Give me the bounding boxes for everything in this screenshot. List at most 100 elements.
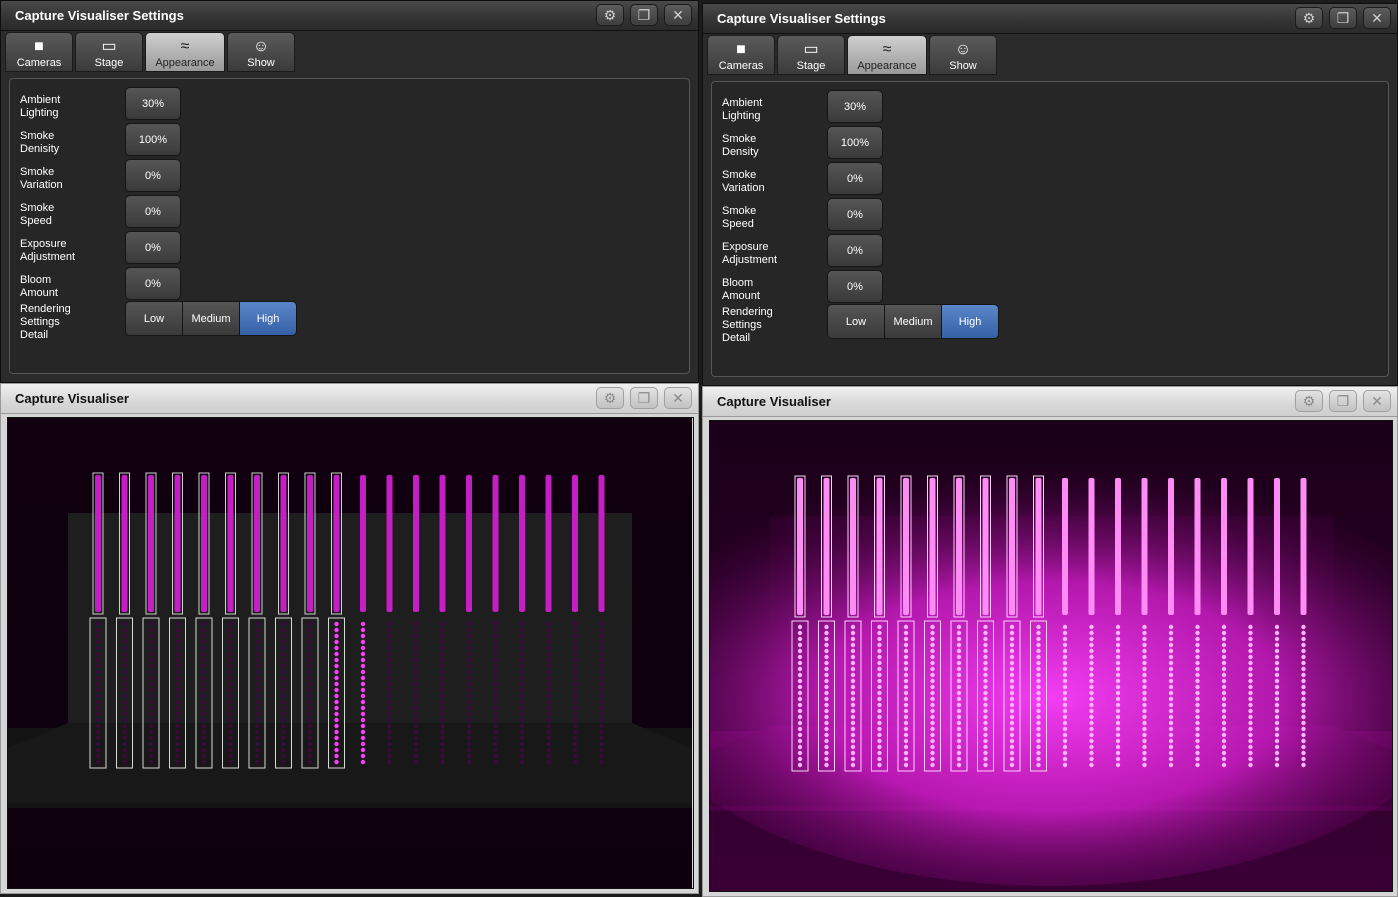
visualiser-viewport[interactable] [7,417,694,889]
setting-value-button[interactable]: 0% [827,234,883,267]
pixel-led [599,639,604,645]
detail-option-low[interactable]: Low [828,305,885,338]
tab-appearance[interactable]: ≈ Appearance [145,32,225,72]
pixel-led [201,723,207,729]
pixel-led [877,738,882,744]
setting-value-button[interactable]: 0% [827,270,883,303]
pixel-led [1248,714,1253,720]
pixel-led [877,684,882,690]
pixel-led [440,645,445,651]
pixel-led [1221,720,1227,726]
pixel-led [797,654,803,660]
pixel-led [903,750,909,756]
pixel-led [1248,738,1253,744]
pixel-led [360,747,366,753]
setting-value-button[interactable]: 30% [125,87,181,120]
pixel-led [599,633,604,639]
window-restore-button[interactable]: ❐ [1329,7,1357,29]
pixel-led [1195,726,1200,732]
setting-value-button[interactable]: 0% [125,231,181,264]
pixel-led [930,630,935,636]
setting-value-button[interactable]: 0% [827,162,883,195]
window-restore-button[interactable]: ❐ [630,387,658,409]
pixel-led [1115,738,1121,744]
window-close-button[interactable]: ✕ [664,4,692,26]
window-restore-button[interactable]: ❐ [1329,390,1357,412]
pixel-led [877,726,882,732]
pixel-led [877,708,882,714]
setting-value-button[interactable]: 0% [125,159,181,192]
pixel-led [519,699,525,705]
bar-light [956,478,962,615]
pixel-led [1142,684,1147,690]
tab-appearance[interactable]: ≈ Appearance [847,35,927,75]
setting-value-button[interactable]: 100% [125,123,181,156]
pixel-led [956,762,962,768]
pixel-led [797,726,803,732]
pixel-led [1089,642,1094,648]
pixel-led [387,699,392,705]
window-settings-button[interactable]: ⚙ [596,387,624,409]
setting-row: Smoke Denisity 100% [20,122,420,158]
detail-option-medium[interactable]: Medium [183,302,240,335]
setting-value-button[interactable]: 0% [827,198,883,231]
pixel-led [413,693,419,699]
pixel-led [360,741,366,747]
window-settings-button[interactable]: ⚙ [596,4,624,26]
window-close-button[interactable]: ✕ [1363,390,1391,412]
pixel-led [903,690,909,696]
tab-cameras[interactable]: ■ Cameras [707,35,775,75]
visualiser-viewport[interactable] [709,420,1393,892]
setting-value-button[interactable]: 0% [125,195,181,228]
tab-stage[interactable]: ▭ Stage [75,32,143,72]
pixel-led [334,741,339,747]
pixel-led [281,729,286,735]
tab-show[interactable]: ☺ Show [929,35,997,75]
pixel-led [1115,684,1121,690]
bar-light [1141,478,1148,615]
pixel-led [413,669,419,675]
pixel-led [122,645,127,651]
detail-option-high[interactable]: High [240,302,296,335]
pixel-led [1221,726,1227,732]
setting-value-button[interactable]: 100% [827,126,883,159]
tab-show[interactable]: ☺ Show [227,32,295,72]
pixel-led [956,630,962,636]
tab-stage[interactable]: ▭ Stage [777,35,845,75]
setting-value-button[interactable]: 30% [827,90,883,123]
pixel-led [1168,720,1174,726]
setting-value-button[interactable]: 0% [125,267,181,300]
pixel-led [1036,630,1041,636]
pixel-led [122,639,127,645]
tab-label: Show [949,60,977,72]
pixel-led [334,693,339,699]
pixel-led [599,759,604,765]
detail-option-low[interactable]: Low [126,302,183,335]
pixel-led [228,729,233,735]
pixel-led [360,705,366,711]
pixel-led [824,624,829,630]
window-close-button[interactable]: ✕ [664,387,692,409]
pixel-led [254,681,260,687]
pixel-led [824,756,829,762]
pixel-led [307,741,313,747]
window-close-button[interactable]: ✕ [1363,7,1391,29]
tab-cameras[interactable]: ■ Cameras [5,32,73,72]
window-restore-button[interactable]: ❐ [630,4,658,26]
pixel-led [387,669,392,675]
pixel-led [1009,648,1015,654]
detail-option-high[interactable]: High [942,305,998,338]
window-settings-button[interactable]: ⚙ [1295,7,1323,29]
pixel-led [903,696,909,702]
pixel-led [1195,720,1200,726]
pixel-led [1274,678,1280,684]
window-settings-button[interactable]: ⚙ [1295,390,1323,412]
pixel-led [334,747,339,753]
pixel-led [201,717,207,723]
pixel-led [1168,690,1174,696]
pixel-led [307,651,313,657]
pixel-led [956,690,962,696]
pixel-led [122,753,127,759]
detail-option-medium[interactable]: Medium [885,305,942,338]
pixel-led [387,705,392,711]
